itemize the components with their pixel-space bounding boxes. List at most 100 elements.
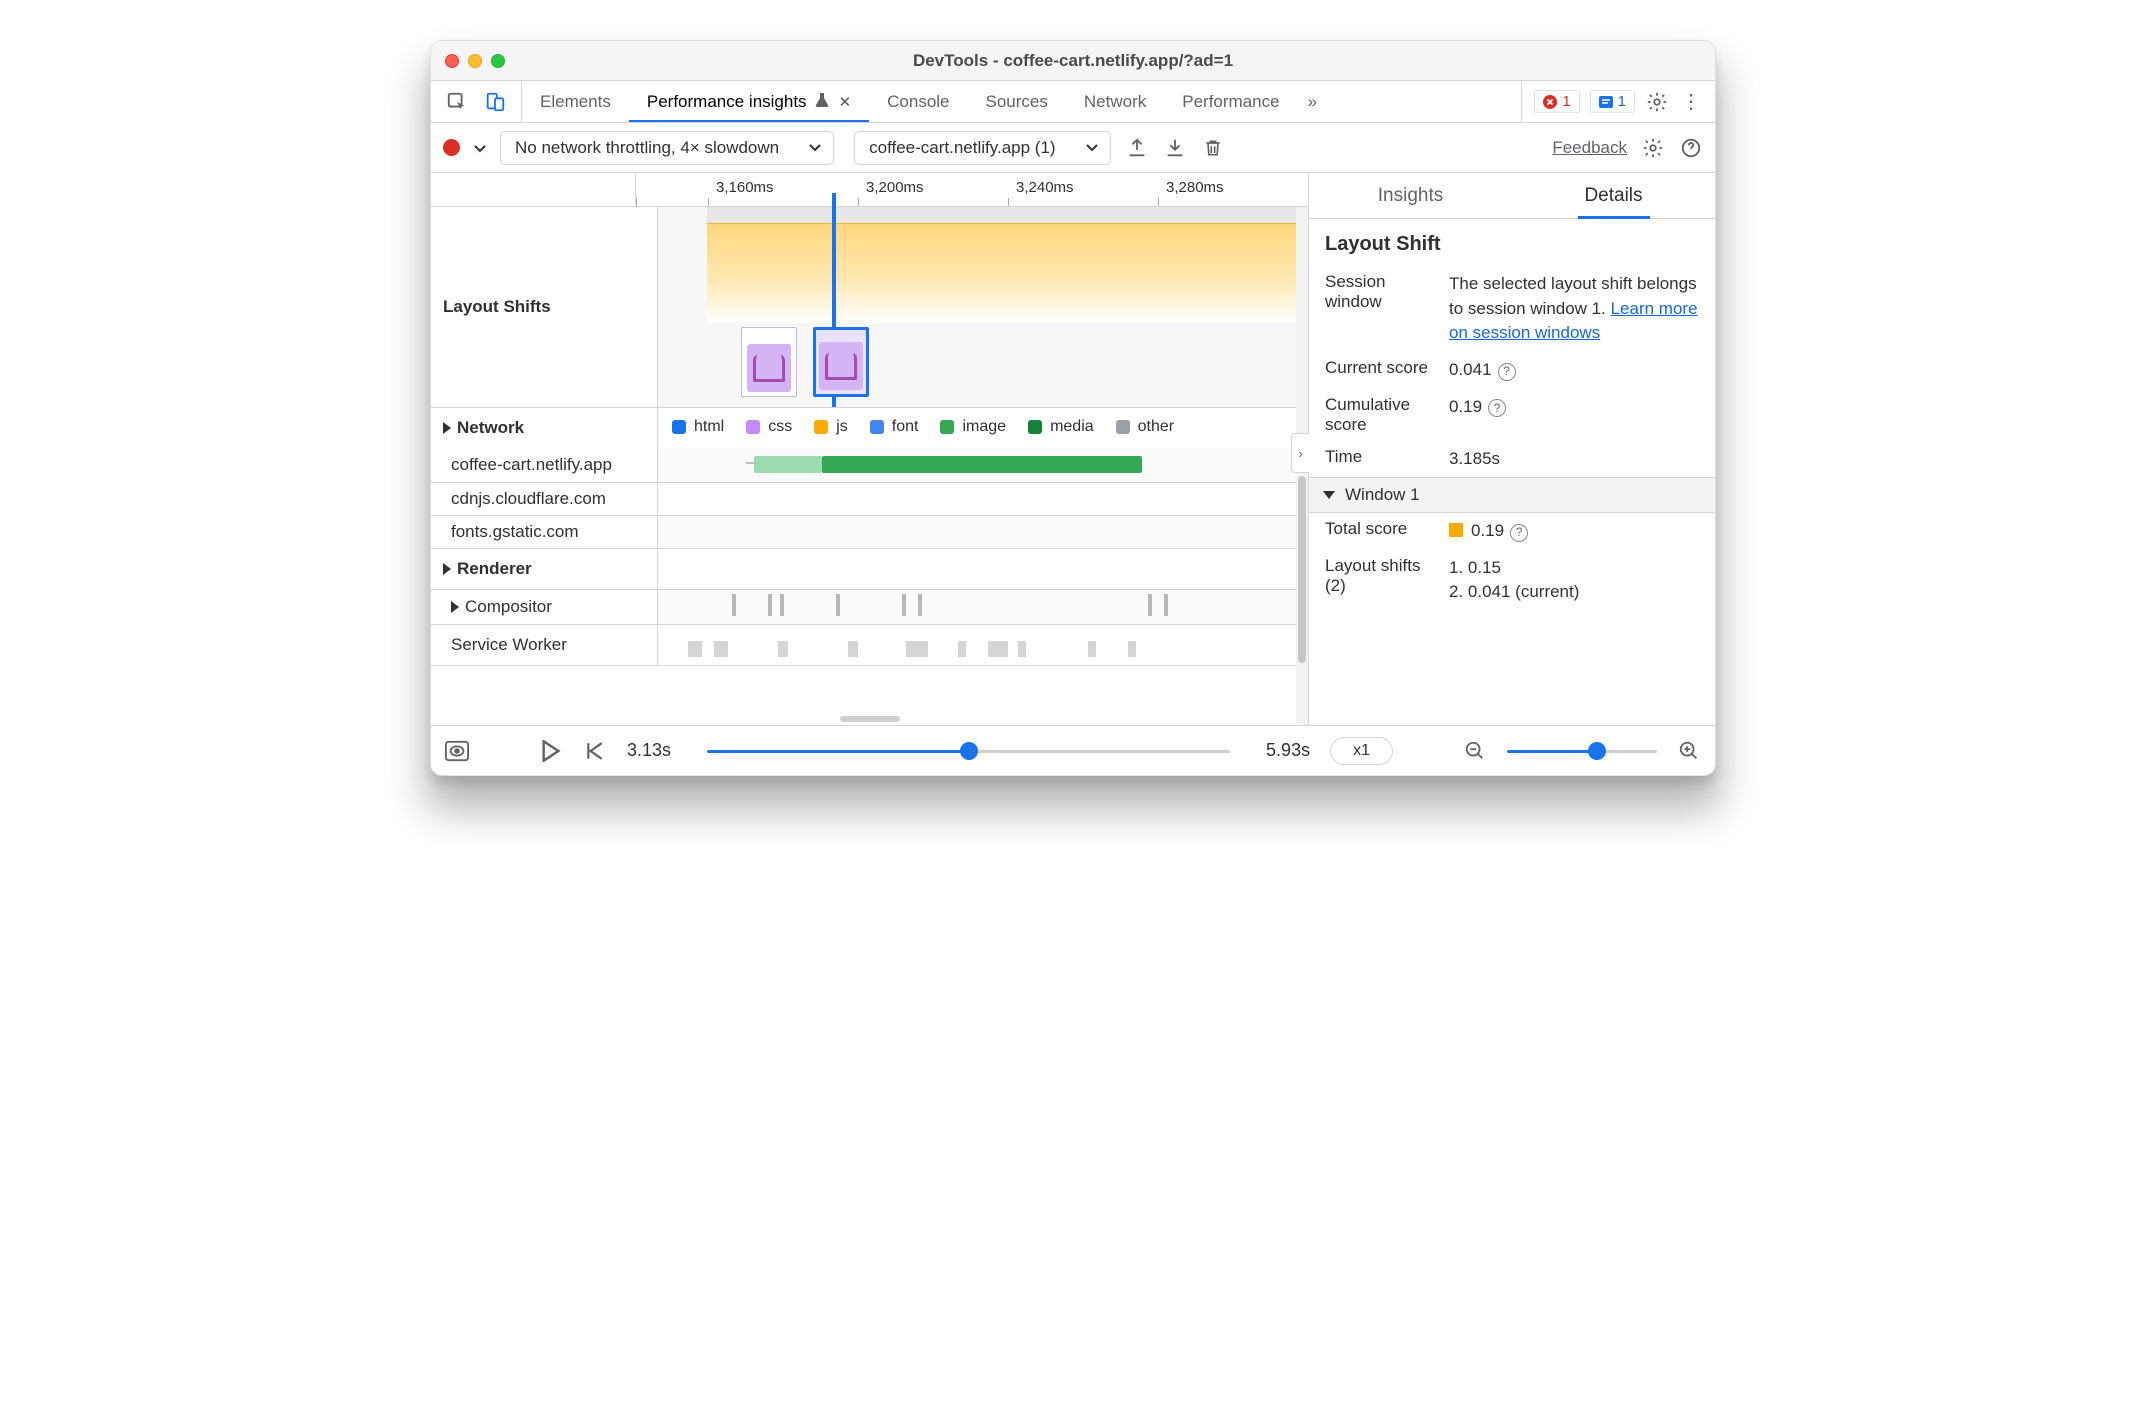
- tab-perf-insights-label: Performance insights: [647, 92, 807, 112]
- renderer-track[interactable]: [658, 549, 1308, 583]
- help-icon[interactable]: ?: [1498, 363, 1516, 381]
- tab-insights[interactable]: Insights: [1309, 173, 1512, 218]
- help-icon[interactable]: [1679, 136, 1703, 160]
- traffic-lights: [445, 54, 505, 68]
- ruler-tick-label: 3,200ms: [866, 179, 924, 196]
- ruler-tick-label: 3,280ms: [1166, 179, 1224, 196]
- current-score-value: 0.041: [1449, 360, 1492, 379]
- layout-shift-thumb-2-selected[interactable]: [813, 327, 869, 397]
- tab-sources[interactable]: Sources: [968, 81, 1066, 122]
- layout-shift-item-current[interactable]: 2. 0.041 (current): [1449, 580, 1699, 605]
- record-button[interactable]: [443, 139, 460, 156]
- export-icon[interactable]: [1125, 136, 1149, 160]
- recording-select[interactable]: coffee-cart.netlify.app (1): [854, 131, 1110, 165]
- network-host-row[interactable]: coffee-cart.netlify.app: [431, 448, 658, 482]
- tab-sources-label: Sources: [986, 92, 1048, 112]
- panel-settings-gear-icon[interactable]: [1641, 136, 1665, 160]
- layout-shift-thumb-1[interactable]: [741, 327, 797, 397]
- errors-badge[interactable]: 1: [1534, 90, 1579, 113]
- timeline-ruler[interactable]: 3,160ms 3,200ms 3,240ms 3,280ms: [431, 173, 1308, 207]
- tab-details[interactable]: Details: [1512, 173, 1715, 218]
- disclosure-triangle-icon: [443, 422, 451, 434]
- lane-network-header[interactable]: Network: [431, 408, 658, 448]
- tab-performance-insights[interactable]: Performance insights ✕: [629, 81, 869, 122]
- tab-network[interactable]: Network: [1066, 81, 1164, 122]
- network-track[interactable]: [658, 483, 1308, 513]
- total-score-label: Total score: [1325, 519, 1435, 539]
- delete-icon[interactable]: [1201, 136, 1225, 160]
- network-host-label: coffee-cart.netlify.app: [451, 455, 612, 475]
- lane-renderer-label: Renderer: [457, 559, 532, 579]
- service-worker-track[interactable]: [658, 625, 1308, 665]
- network-request-bar[interactable]: [822, 456, 1142, 473]
- horizontal-scroll-grip[interactable]: [840, 716, 900, 722]
- recording-value: coffee-cart.netlify.app (1): [869, 138, 1055, 158]
- layout-shifts-label: Layout shifts (2): [1325, 556, 1435, 596]
- feedback-link[interactable]: Feedback: [1552, 138, 1627, 158]
- time-label: Time: [1325, 447, 1435, 467]
- disclosure-triangle-icon: [451, 601, 459, 613]
- window-minimize-icon[interactable]: [468, 54, 482, 68]
- help-icon[interactable]: ?: [1488, 399, 1506, 417]
- record-menu[interactable]: [474, 138, 486, 158]
- lane-sw-label: Service Worker: [451, 635, 567, 655]
- network-track[interactable]: [658, 516, 1308, 546]
- tab-performance[interactable]: Performance: [1164, 81, 1297, 122]
- window-title: DevTools - coffee-cart.netlify.app/?ad=1: [431, 51, 1715, 71]
- tab-details-label: Details: [1584, 185, 1642, 207]
- lane-service-worker-header[interactable]: Service Worker: [431, 625, 658, 665]
- legend-js: js: [836, 418, 848, 436]
- playback-slider[interactable]: [707, 747, 1230, 755]
- zoom-slider[interactable]: [1507, 747, 1657, 755]
- cumulative-score-value: 0.19: [1449, 397, 1482, 416]
- window-zoom-icon[interactable]: [491, 54, 505, 68]
- time-value: 3.185s: [1449, 447, 1699, 472]
- lane-network-label: Network: [457, 418, 524, 438]
- legend-html: html: [694, 418, 724, 436]
- chevron-down-icon: [809, 144, 821, 152]
- play-icon[interactable]: [539, 739, 563, 763]
- inspect-icon[interactable]: [445, 90, 469, 114]
- help-icon[interactable]: ?: [1510, 524, 1528, 542]
- tabs-overflow[interactable]: »: [1298, 81, 1327, 122]
- jump-start-icon[interactable]: [583, 739, 607, 763]
- preview-toggle-icon[interactable]: [445, 739, 469, 763]
- chevron-down-icon: [1323, 491, 1335, 499]
- lane-renderer-header[interactable]: Renderer: [431, 549, 658, 589]
- network-host-row[interactable]: cdnjs.cloudflare.com: [431, 483, 658, 515]
- network-request-bar[interactable]: [754, 456, 822, 473]
- playback-footer: 3.13s 5.93s x1: [431, 725, 1715, 775]
- settings-gear-icon[interactable]: [1645, 90, 1669, 114]
- device-toggle-icon[interactable]: [483, 90, 507, 114]
- import-icon[interactable]: [1163, 136, 1187, 160]
- details-tabs: Insights Details: [1309, 173, 1715, 219]
- close-tab-icon[interactable]: ✕: [839, 93, 852, 111]
- issues-badge[interactable]: 1: [1590, 90, 1635, 113]
- network-host-row[interactable]: fonts.gstatic.com: [431, 516, 658, 548]
- sidebar-collapse-toggle[interactable]: ›: [1291, 433, 1309, 473]
- throttling-select[interactable]: No network throttling, 4× slowdown: [500, 131, 834, 165]
- window-1-header[interactable]: Window 1: [1309, 477, 1715, 513]
- tab-console[interactable]: Console: [869, 81, 967, 122]
- playback-speed[interactable]: x1: [1330, 737, 1393, 765]
- zoom-out-icon[interactable]: [1463, 739, 1487, 763]
- insights-toolbar: No network throttling, 4× slowdown coffe…: [431, 123, 1715, 173]
- layout-shifts-track[interactable]: [658, 207, 1308, 407]
- tab-elements[interactable]: Elements: [522, 81, 629, 122]
- lane-compositor-header[interactable]: Compositor: [431, 590, 658, 624]
- layout-shift-item[interactable]: 1. 0.15: [1449, 556, 1699, 581]
- network-host-label: fonts.gstatic.com: [451, 522, 579, 542]
- range-end-time: 5.93s: [1250, 740, 1310, 761]
- more-menu-icon[interactable]: ⋮: [1679, 90, 1703, 114]
- score-swatch-icon: [1449, 523, 1463, 537]
- tab-performance-label: Performance: [1182, 92, 1279, 112]
- network-host-label: cdnjs.cloudflare.com: [451, 489, 606, 509]
- chevron-down-icon: [1086, 144, 1098, 152]
- experiment-icon: [815, 92, 829, 111]
- window-close-icon[interactable]: [445, 54, 459, 68]
- compositor-track[interactable]: [658, 590, 1308, 624]
- zoom-in-icon[interactable]: [1677, 739, 1701, 763]
- tab-elements-label: Elements: [540, 92, 611, 112]
- network-track[interactable]: [658, 448, 1308, 482]
- chevron-right-icon: ›: [1298, 446, 1302, 461]
